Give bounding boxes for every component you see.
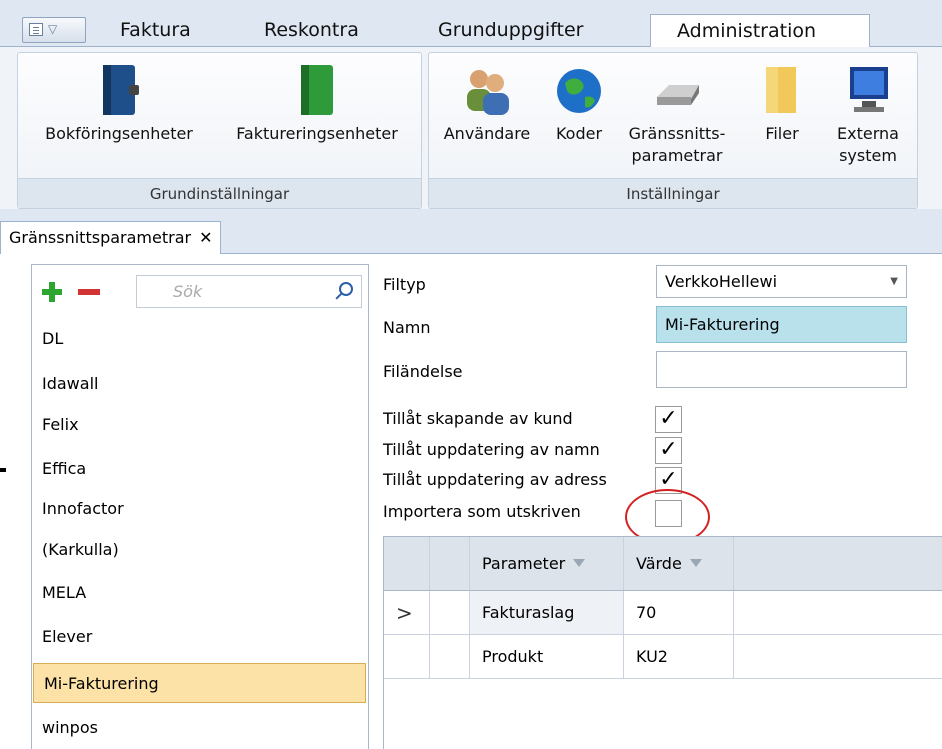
parameter-cell[interactable]: Produkt <box>470 635 624 678</box>
filter-icon[interactable] <box>689 558 702 567</box>
parameter-column-header[interactable]: Parameter <box>470 537 624 590</box>
check-label-skapande: Tillåt skapande av kund <box>383 409 573 428</box>
system-label: system <box>839 146 897 165</box>
anvandare-button[interactable]: Användare <box>435 53 539 145</box>
list-item[interactable]: Effica <box>32 449 368 489</box>
tab-administration[interactable]: Administration <box>650 14 870 48</box>
doc-tab-granssnittsparametrar[interactable]: Gränssnittsparametrar ✕ <box>0 221 222 254</box>
tab-reskontra[interactable]: Reskontra <box>254 14 369 47</box>
ribbon-group-installningar: Användare Koder Gränssnitts- parametrar … <box>428 52 918 209</box>
filter-icon[interactable] <box>573 558 586 567</box>
check-label-adress: Tillåt uppdatering av adress <box>383 470 607 489</box>
anvandare-label: Användare <box>443 124 531 143</box>
parameter-grid: Parameter Värde > Fakturaslag 70 Produkt… <box>383 536 942 749</box>
group-caption: Inställningar <box>429 178 917 208</box>
bokforingsenheter-label: Bokföringsenheter <box>45 124 193 143</box>
disk-drive-icon <box>651 61 703 119</box>
list-item[interactable]: Elever <box>32 617 368 657</box>
grid-group-header <box>430 537 470 590</box>
row-group-cell <box>430 635 470 678</box>
users-icon <box>461 61 513 119</box>
row-indicator <box>384 635 430 678</box>
group-caption: Grundinställningar <box>18 178 421 208</box>
check-icon: ✓ <box>659 406 678 431</box>
search-box <box>136 275 362 308</box>
list-item[interactable]: winpos <box>32 708 368 748</box>
faktureringsenheter-button[interactable]: Faktureringsenheter <box>214 53 420 145</box>
parameter-header-label: Parameter <box>482 554 566 573</box>
grid-indicator-header <box>384 537 430 590</box>
externa-label: Externa <box>837 124 899 143</box>
faktureringsenheter-label: Faktureringsenheter <box>236 124 398 143</box>
namn-label: Namn <box>383 318 431 337</box>
monitor-icon <box>842 61 894 119</box>
checkbox-skapande-kund[interactable]: ✓ <box>655 406 682 433</box>
ribbon-group-grundinstallningar: Bokföringsenheter Faktureringsenheter Gr… <box>17 52 422 209</box>
globe-icon <box>553 61 605 119</box>
row-group-cell <box>430 591 470 634</box>
add-icon[interactable] <box>42 282 62 302</box>
filtyp-label: Filtyp <box>383 275 426 294</box>
ribbon: Bokföringsenheter Faktureringsenheter Gr… <box>0 47 942 209</box>
check-label-importera: Importera som utskriven <box>383 502 581 521</box>
list-item[interactable]: (Karkulla) <box>32 530 368 570</box>
edge-marker <box>0 468 6 472</box>
book-blue-icon <box>93 61 145 119</box>
filer-label: Filer <box>765 124 799 143</box>
document-tab-strip: Gränssnittsparametrar ✕ <box>0 209 942 254</box>
parameter-cell[interactable]: Fakturaslag <box>470 591 624 634</box>
list-item[interactable]: DL <box>32 319 368 359</box>
remove-icon[interactable] <box>78 289 100 295</box>
check-label-namn: Tillåt uppdatering av namn <box>383 440 600 459</box>
doc-tab-label: Gränssnittsparametrar <box>9 228 192 247</box>
tab-grunduppgifter[interactable]: Grunduppgifter <box>428 14 594 47</box>
parametrar-label: parametrar <box>631 146 723 165</box>
interface-list-panel: DL Idawall Felix Effica Innofactor (Kark… <box>31 264 369 749</box>
filandelse-field[interactable] <box>656 351 907 388</box>
namn-field[interactable]: Mi-Fakturering <box>656 306 907 343</box>
list-item[interactable]: MELA <box>32 573 368 613</box>
book-green-icon <box>291 61 343 119</box>
search-input[interactable] <box>171 276 351 306</box>
list-item[interactable]: Felix <box>32 405 368 445</box>
check-icon: ✓ <box>659 437 678 462</box>
chevron-down-icon: ▼ <box>890 276 898 287</box>
tab-faktura[interactable]: Faktura <box>110 14 201 47</box>
list-item[interactable]: Innofactor <box>32 489 368 529</box>
value-cell[interactable]: 70 <box>624 591 734 634</box>
checkbox-uppdatering-namn[interactable]: ✓ <box>655 437 682 464</box>
granssnitts-label: Gränssnitts- <box>628 124 726 143</box>
list-item-selected[interactable]: Mi-Fakturering <box>33 663 366 703</box>
table-row[interactable]: > Fakturaslag 70 <box>384 591 942 635</box>
externa-system-button[interactable]: Externa system <box>821 53 915 167</box>
varde-header-label: Värde <box>636 554 682 573</box>
varde-column-header[interactable]: Värde <box>624 537 734 590</box>
top-tab-bar: ▽ Faktura Reskontra Grunduppgifter Admin… <box>0 0 942 48</box>
app-menu-button[interactable]: ▽ <box>22 17 86 43</box>
grid-header-row: Parameter Värde <box>384 537 942 591</box>
filtyp-select[interactable]: VerkkoHellewi ▼ <box>656 265 907 298</box>
filtyp-value: VerkkoHellewi <box>665 272 778 291</box>
filer-button[interactable]: Filer <box>753 53 811 145</box>
menu-icon <box>29 23 43 36</box>
table-row[interactable]: Produkt KU2 <box>384 635 942 679</box>
search-icon[interactable] <box>339 282 353 296</box>
folder-icon <box>756 61 808 119</box>
filandelse-label: Filändelse <box>383 362 463 381</box>
koder-button[interactable]: Koder <box>541 53 617 145</box>
list-item[interactable]: Idawall <box>32 364 368 404</box>
row-indicator: > <box>384 591 430 634</box>
chevron-down-icon: ▽ <box>48 22 58 36</box>
bokforingsenheter-button[interactable]: Bokföringsenheter <box>20 53 218 145</box>
close-icon[interactable]: ✕ <box>199 228 212 247</box>
koder-label: Koder <box>555 124 603 143</box>
value-cell[interactable]: KU2 <box>624 635 734 678</box>
granssnittsparametrar-button[interactable]: Gränssnitts- parametrar <box>619 53 735 167</box>
